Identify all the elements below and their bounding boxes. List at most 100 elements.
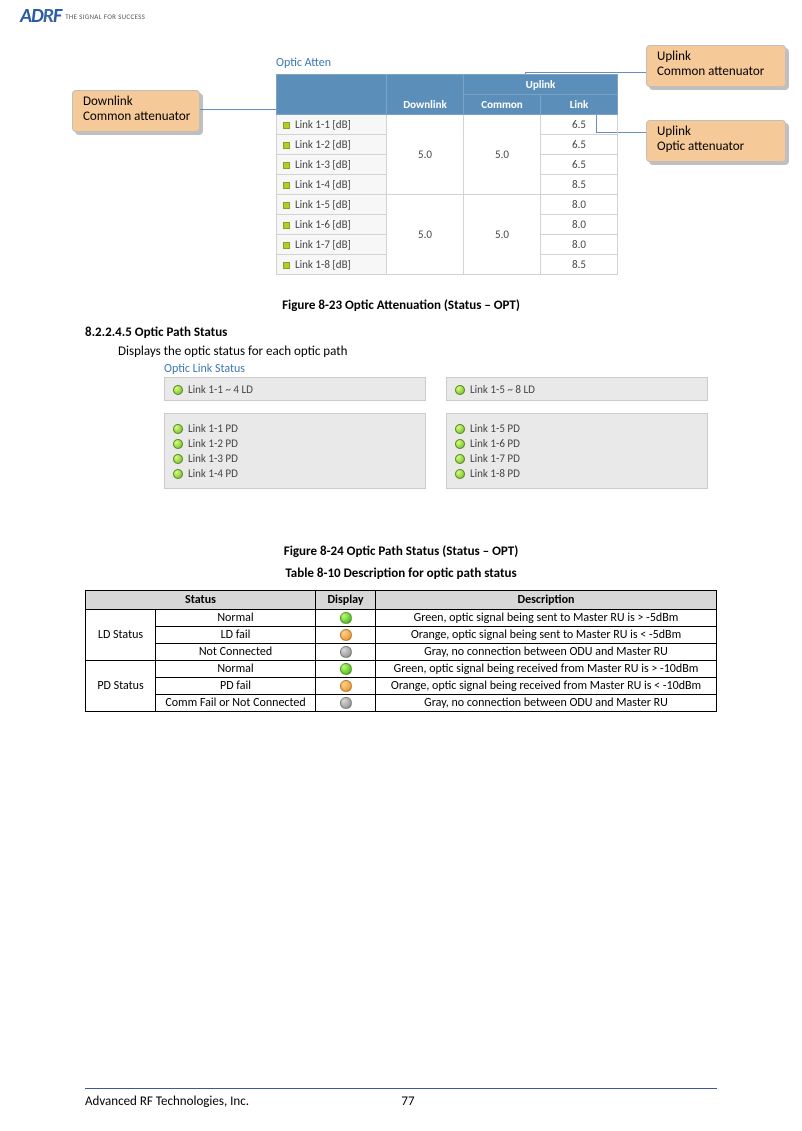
led-icon [173, 424, 183, 434]
status-name: Not Connected [156, 644, 316, 661]
footer-page-number: 77 [99, 1094, 717, 1109]
led-icon [455, 439, 465, 449]
status-display [316, 610, 376, 627]
ols-pd-item: Link 1-6 PD [455, 437, 699, 450]
optic-atten-panel: Optic Atten Downlink Uplink Common Link … [276, 56, 618, 275]
status-display [316, 661, 376, 678]
atten-link-label: Link 1-7 [dB] [277, 235, 387, 255]
ols-pd-item: Link 1-3 PD [173, 452, 417, 465]
section-heading: 8.2.2.4.5 Optic Path Status [85, 325, 227, 340]
ols-ld-group-b: Link 1-5 ~ 8 LD [446, 377, 708, 401]
status-description: Gray, no connection between ODU and Mast… [376, 695, 717, 712]
section-description: Displays the optic status for each optic… [118, 344, 347, 359]
atten-downlink-val: 5.0 [387, 195, 464, 275]
led-icon [455, 469, 465, 479]
ols-label: Link 1-1 ~ 4 LD [188, 383, 253, 396]
status-display [316, 678, 376, 695]
status-name: Normal [156, 610, 316, 627]
callout-line: Uplink [657, 125, 775, 140]
atten-link-val: 8.0 [541, 235, 618, 255]
figure-caption-8-24: Figure 8-24 Optic Path Status (Status – … [0, 544, 802, 559]
ols-label: Link 1-8 PD [470, 467, 520, 480]
optic-link-status-title: Optic Link Status [164, 362, 718, 376]
figure-caption-8-23: Figure 8-23 Optic Attenuation (Status – … [0, 298, 802, 313]
atten-link-val: 8.5 [541, 255, 618, 275]
ols-label: Link 1-3 PD [188, 452, 238, 465]
status-row: Comm Fail or Not Connected Gray, no conne… [86, 695, 717, 712]
status-display [316, 695, 376, 712]
th-status: Status [86, 591, 316, 610]
ols-label: Link 1-1 PD [188, 422, 238, 435]
led-icon [173, 469, 183, 479]
status-group: LD Status [86, 610, 156, 661]
ols-label: Link 1-5 PD [470, 422, 520, 435]
atten-link-label: Link 1-3 [dB] [277, 155, 387, 175]
callout-downlink-common: Downlink Common attenuator [72, 90, 200, 132]
brand-logo: ADRF THE SIGNAL FOR SUCCESS [20, 4, 145, 28]
status-desc-table: Status Display Description LD StatusNorm… [85, 590, 717, 712]
status-display [316, 644, 376, 661]
atten-common-val: 5.0 [464, 115, 541, 195]
status-description: Orange, optic signal being sent to Maste… [376, 627, 717, 644]
atten-row: Link 1-5 [dB]5.05.08.0 [277, 195, 618, 215]
optic-atten-table: Downlink Uplink Common Link Link 1-1 [dB… [276, 74, 618, 275]
callout-line: Optic attenuator [657, 140, 775, 155]
optic-atten-title: Optic Atten [276, 56, 618, 70]
atten-link-label: Link 1-4 [dB] [277, 175, 387, 195]
status-description: Gray, no connection between ODU and Mast… [376, 644, 717, 661]
status-name: PD fail [156, 678, 316, 695]
footer-divider [85, 1088, 717, 1089]
status-name: Normal [156, 661, 316, 678]
atten-hdr-link: Link [541, 95, 618, 115]
atten-link-val: 8.5 [541, 175, 618, 195]
status-row: LD StatusNormalGreen, optic signal being… [86, 610, 717, 627]
atten-link-label: Link 1-8 [dB] [277, 255, 387, 275]
status-led-icon [340, 629, 352, 641]
callout-uplink-optic: Uplink Optic attenuator [646, 120, 786, 162]
ols-pd-item: Link 1-7 PD [455, 452, 699, 465]
atten-link-label: Link 1-1 [dB] [277, 115, 387, 135]
ols-pd-group-b: Link 1-5 PD Link 1-6 PD Link 1-7 PD Link 1-… [446, 413, 708, 489]
atten-hdr-common: Common [464, 95, 541, 115]
ols-label: Link 1-6 PD [470, 437, 520, 450]
led-icon [173, 385, 183, 395]
ols-pd-item: Link 1-5 PD [455, 422, 699, 435]
status-display [316, 627, 376, 644]
status-row: Not Connected Gray, no connection between… [86, 644, 717, 661]
atten-link-val: 6.5 [541, 115, 618, 135]
led-icon [455, 454, 465, 464]
status-row: PD fail Orange, optic signal being receiv… [86, 678, 717, 695]
atten-common-val: 5.0 [464, 195, 541, 275]
atten-hdr-downlink: Downlink [387, 75, 464, 115]
status-name: Comm Fail or Not Connected [156, 695, 316, 712]
ols-pd-group-a: Link 1-1 PD Link 1-2 PD Link 1-3 PD Link 1-… [164, 413, 426, 489]
th-desc: Description [376, 591, 717, 610]
status-row: LD fail Orange, optic signal being sent t… [86, 627, 717, 644]
status-name: LD fail [156, 627, 316, 644]
status-desc-table-wrap: Status Display Description LD StatusNorm… [85, 590, 717, 712]
status-led-icon [340, 612, 352, 624]
status-led-icon [340, 663, 352, 675]
atten-link-val: 6.5 [541, 155, 618, 175]
th-display: Display [316, 591, 376, 610]
status-description: Orange, optic signal being received from… [376, 678, 717, 695]
led-icon [455, 385, 465, 395]
status-led-icon [340, 697, 352, 709]
atten-link-val: 8.0 [541, 215, 618, 235]
callout-line: Common attenuator [657, 65, 775, 80]
atten-link-label: Link 1-6 [dB] [277, 215, 387, 235]
callout-uplink-common: Uplink Common attenuator [646, 45, 786, 87]
callout-line: Common attenuator [83, 110, 189, 125]
status-description: Green, optic signal being received from … [376, 661, 717, 678]
atten-link-val: 8.0 [541, 195, 618, 215]
ols-label: Link 1-5 ~ 8 LD [470, 383, 535, 396]
status-led-icon [340, 646, 352, 658]
page-footer: Advanced RF Technologies, Inc. 77 [85, 1094, 717, 1109]
ols-label: Link 1-7 PD [470, 452, 520, 465]
ols-label: Link 1-4 PD [188, 467, 238, 480]
ols-pd-item: Link 1-1 PD [173, 422, 417, 435]
atten-link-val: 6.5 [541, 135, 618, 155]
atten-link-label: Link 1-2 [dB] [277, 135, 387, 155]
callout-line: Uplink [657, 50, 775, 65]
ols-label: Link 1-2 PD [188, 437, 238, 450]
